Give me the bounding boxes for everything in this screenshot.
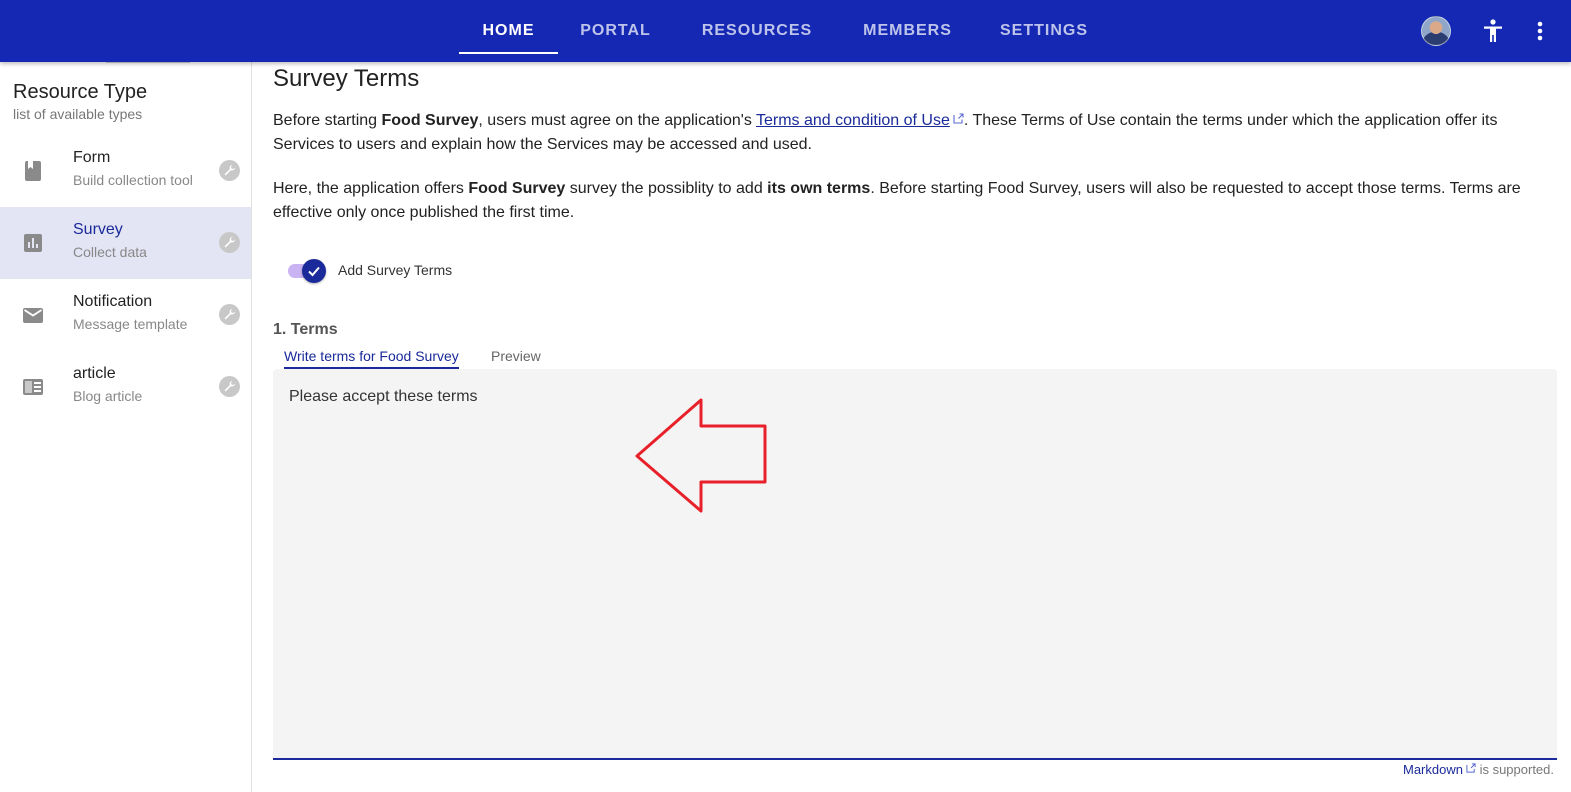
sidebar-item-description: Collect data bbox=[73, 244, 147, 260]
sidebar-item-label: Survey bbox=[73, 221, 123, 238]
sidebar-item-label: Notification bbox=[73, 293, 153, 310]
add-survey-terms-label: Add Survey Terms bbox=[338, 262, 453, 278]
survey-name: Food Survey bbox=[381, 112, 479, 129]
sidebar-item-label: article bbox=[73, 365, 116, 382]
para-text: , users must agree on the application's bbox=[478, 112, 756, 129]
terms-intro-paragraph: Before starting Food Survey, users must … bbox=[273, 109, 1563, 157]
tab-resources-label: RESOURCES bbox=[701, 22, 813, 39]
wrench-icon[interactable] bbox=[219, 160, 240, 181]
para-text: Before starting bbox=[273, 112, 382, 129]
sidebar-item-description: Build collection tool bbox=[73, 172, 193, 188]
article-icon bbox=[23, 379, 43, 395]
markdown-link[interactable]: Markdown bbox=[1403, 762, 1463, 777]
tab-home-label: HOME bbox=[482, 22, 535, 39]
terms-editor-textarea[interactable]: Please accept these terms bbox=[273, 369, 1557, 760]
page-title: Survey Terms bbox=[273, 65, 420, 92]
sidebar-item-label: Form bbox=[73, 149, 111, 166]
wrench-icon[interactable] bbox=[219, 304, 240, 325]
tab-settings[interactable]: SETTINGS bbox=[982, 0, 1106, 62]
external-link-icon bbox=[1466, 763, 1476, 773]
mail-icon bbox=[23, 308, 43, 323]
top-app-bar: HOME PORTAL RESOURCES MEMBERS SETTINGS bbox=[0, 0, 1571, 62]
tab-write-terms[interactable]: Write terms for Food Survey bbox=[284, 348, 459, 369]
tab-home[interactable]: HOME bbox=[459, 0, 558, 62]
add-survey-terms-toggle[interactable] bbox=[288, 259, 326, 283]
sidebar-item-form[interactable]: Form Build collection tool bbox=[0, 135, 251, 207]
external-link-icon bbox=[953, 113, 964, 124]
sidebar-title: Resource Type bbox=[13, 81, 148, 103]
main-nav: HOME PORTAL RESOURCES MEMBERS SETTINGS bbox=[459, 0, 1106, 62]
sidebar-item-article[interactable]: article Blog article bbox=[0, 351, 251, 423]
own-terms-emphasis: its own terms bbox=[767, 180, 871, 197]
bar-chart-icon bbox=[24, 234, 42, 252]
tab-members-label: MEMBERS bbox=[863, 22, 952, 39]
para-text: survey the possiblity to add bbox=[565, 180, 768, 197]
annotation-arrow-icon bbox=[635, 398, 767, 513]
tab-members[interactable]: MEMBERS bbox=[841, 0, 974, 62]
markdown-hint: Markdown is supported. bbox=[1403, 762, 1554, 777]
wrench-icon[interactable] bbox=[219, 376, 240, 397]
check-icon bbox=[308, 266, 320, 277]
markdown-hint-text: is supported. bbox=[1475, 762, 1554, 777]
wrench-icon[interactable] bbox=[219, 232, 240, 253]
survey-name: Food Survey bbox=[468, 180, 566, 197]
tab-portal-label: PORTAL bbox=[580, 22, 651, 39]
scroll-indicator bbox=[106, 62, 190, 63]
terms-of-use-link[interactable]: Terms and condition of Use bbox=[756, 112, 950, 129]
toggle-thumb bbox=[302, 259, 326, 283]
tab-preview[interactable]: Preview bbox=[491, 348, 541, 367]
sidebar-item-survey[interactable]: Survey Collect data bbox=[0, 207, 251, 279]
sidebar-item-notification[interactable]: Notification Message template bbox=[0, 279, 251, 351]
tab-portal[interactable]: PORTAL bbox=[558, 0, 673, 62]
own-terms-paragraph: Here, the application offers Food Survey… bbox=[273, 177, 1563, 225]
para-text: Here, the application offers bbox=[273, 180, 469, 197]
tab-settings-label: SETTINGS bbox=[999, 22, 1088, 39]
book-icon bbox=[25, 161, 41, 181]
sidebar-item-description: Message template bbox=[73, 316, 188, 332]
more-vert-icon[interactable] bbox=[1530, 18, 1550, 44]
accessibility-icon[interactable] bbox=[1481, 18, 1505, 44]
sidebar-item-description: Blog article bbox=[73, 388, 143, 404]
terms-editor-value: Please accept these terms bbox=[289, 388, 478, 405]
sidebar-subtitle: list of available types bbox=[13, 106, 143, 122]
tab-resources[interactable]: RESOURCES bbox=[681, 0, 833, 62]
sidebar: Resource Type list of available types Fo… bbox=[0, 62, 252, 792]
terms-section-title: 1. Terms bbox=[273, 321, 338, 338]
avatar[interactable] bbox=[1421, 16, 1451, 46]
